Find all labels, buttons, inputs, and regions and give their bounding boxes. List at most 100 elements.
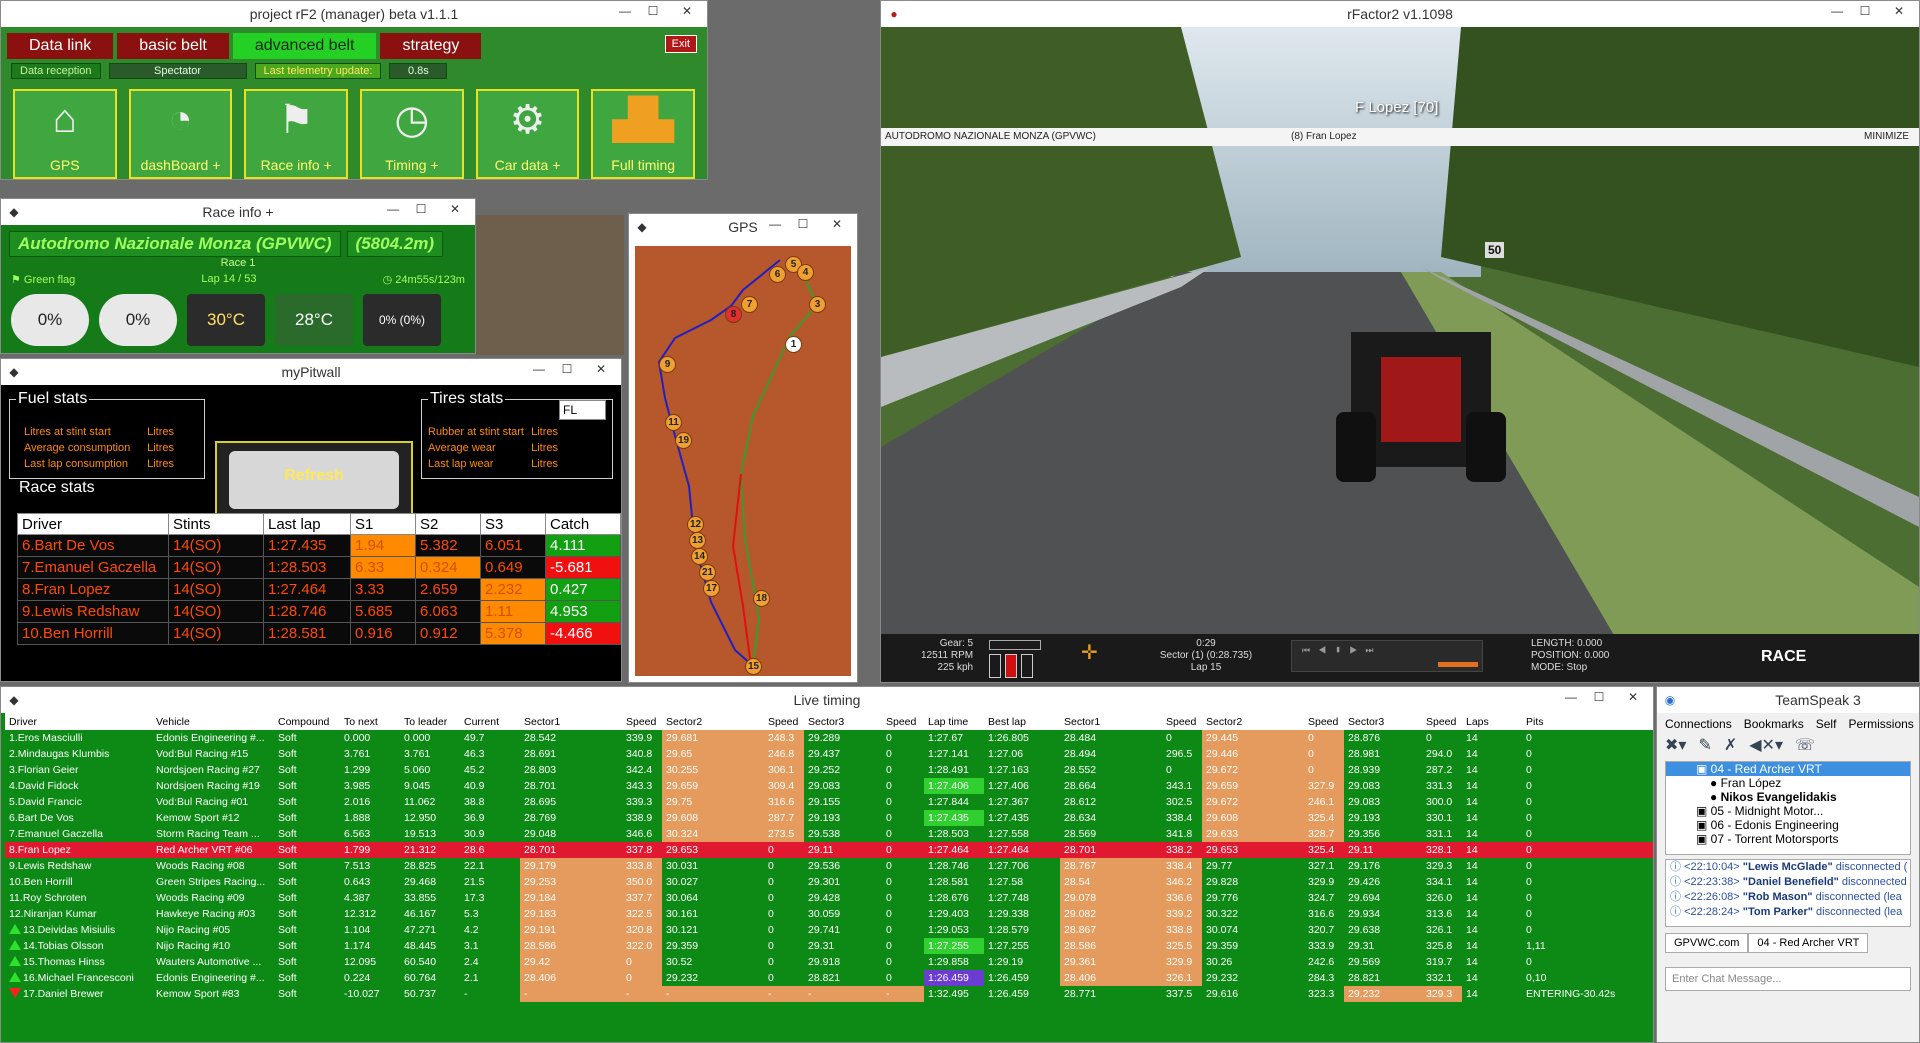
column-header[interactable]: Speed	[1422, 713, 1462, 730]
column-header[interactable]: S2	[415, 513, 481, 535]
channel-item[interactable]: ▣ 04 - Red Archer VRT	[1666, 762, 1910, 776]
table-row[interactable]: 1.Eros Masciulli Edonis Engineering #... S…	[5, 730, 1653, 746]
column-header[interactable]: Sector3	[804, 713, 882, 730]
column-header[interactable]: Driver	[5, 713, 152, 730]
column-header[interactable]: Sector1	[520, 713, 622, 730]
tab-server[interactable]: GPVWC.com	[1665, 933, 1749, 953]
column-header[interactable]: Vehicle	[152, 713, 274, 730]
table-row[interactable]: 4.David Fidock Nordsjoen Racing #19 Soft 3.…	[5, 778, 1653, 794]
table-row[interactable]: 17.Daniel Brewer Kemow Sport #83 Soft -10.0…	[5, 986, 1653, 1002]
car-data-tool-button[interactable]: ⚙ Car data +	[475, 89, 580, 179]
table-row[interactable]: 15.Thomas Hinss Wauters Automotive ... Sof…	[5, 954, 1653, 970]
table-cell: 28.586	[1060, 938, 1162, 954]
tab-channel[interactable]: 04 - Red Archer VRT	[1748, 933, 1869, 953]
tab-data-link[interactable]: Data link	[7, 33, 114, 59]
user-item[interactable]: ● Nikos Evangelidakis	[1666, 790, 1910, 804]
user-item[interactable]: ● Fran López	[1666, 776, 1910, 790]
tab-basic-belt[interactable]: basic belt	[117, 33, 229, 59]
close-button[interactable]: ✕	[667, 1, 707, 23]
minimize-overlay-button[interactable]: MINIMIZE	[1864, 128, 1909, 146]
gps-tool-button[interactable]: ⌂ GPS	[13, 89, 117, 179]
minimize-button[interactable]: —	[1823, 1, 1851, 23]
table-row[interactable]: 7.Emanuel Gaczella Storm Racing Team ... S…	[5, 826, 1653, 842]
table-row[interactable]: 14.Tobias Olsson Nijo Racing #10 Soft 1.174…	[5, 938, 1653, 954]
column-header[interactable]: Speed	[882, 713, 924, 730]
column-header[interactable]: Last lap	[263, 513, 351, 535]
maximize-button[interactable]: ☐	[789, 214, 817, 236]
replay-controls[interactable]: ⏮◀▮▶⏭	[1291, 640, 1483, 672]
column-header[interactable]: Catch	[545, 513, 621, 535]
table-cell: 0	[886, 748, 892, 760]
table-row[interactable]: 2.Mindaugas Klumbis Vod:Bul Racing #15 Sof…	[5, 746, 1653, 762]
column-header[interactable]: Current	[460, 713, 520, 730]
column-header[interactable]: Sector2	[1202, 713, 1304, 730]
maximize-button[interactable]: ☐	[553, 359, 581, 381]
channel-item[interactable]: ▣ 07 - Torrent Motorsports	[1666, 832, 1910, 846]
close-button[interactable]: ✕	[1613, 687, 1653, 709]
column-header[interactable]: Compound	[274, 713, 340, 730]
menu-bookmarks[interactable]: Bookmarks	[1744, 717, 1804, 731]
table-row[interactable]: 9.Lewis Redshaw Woods Racing #08 Soft 7.513…	[5, 858, 1653, 874]
table-row[interactable]: 5.David Francic Vod:Bul Racing #01 Soft 2.0…	[5, 794, 1653, 810]
mute-mic-icon[interactable]: ✗	[1724, 735, 1737, 755]
chat-icon[interactable]: ☏	[1795, 735, 1815, 755]
maximize-button[interactable]: ☐	[407, 199, 435, 221]
close-button[interactable]: ✕	[1879, 1, 1919, 23]
disconnect-icon[interactable]: ✖▾	[1665, 735, 1686, 755]
table-row[interactable]: 11.Roy Schroten Woods Racing #09 Soft 4.387…	[5, 890, 1653, 906]
away-icon[interactable]: ✎	[1698, 735, 1711, 755]
column-header[interactable]: To leader	[400, 713, 460, 730]
column-header[interactable]: Lap time	[924, 713, 984, 730]
mute-speaker-icon[interactable]: ◀✕▾	[1749, 735, 1783, 755]
close-button[interactable]: ✕	[817, 214, 857, 236]
table-row[interactable]: 13.Deividas Misiulis Nijo Racing #05 Soft 1…	[5, 922, 1653, 938]
minimize-button[interactable]: —	[379, 199, 407, 221]
menu-connections[interactable]: Connections	[1665, 717, 1732, 731]
dashboard-tool-button[interactable]: ◔ dashBoard +	[128, 89, 233, 179]
menu-permissions[interactable]: Permissions	[1848, 717, 1913, 731]
table-row[interactable]: 3.Florian Geier Nordsjoen Racing #27 Soft 1…	[5, 762, 1653, 778]
minimize-button[interactable]: —	[1557, 687, 1585, 709]
column-header[interactable]: S3	[480, 513, 546, 535]
column-header[interactable]: Laps	[1462, 713, 1522, 730]
channel-item[interactable]: ▣ 06 - Edonis Engineering	[1666, 818, 1910, 832]
table-row[interactable]: 10.Ben Horrill Green Stripes Racing... Sof…	[5, 874, 1653, 890]
table-row[interactable]: 12.Niranjan Kumar Hawkeye Racing #03 Soft 1…	[5, 906, 1653, 922]
maximize-button[interactable]: ☐	[639, 1, 667, 23]
minimize-button[interactable]: —	[611, 1, 639, 23]
tire-select[interactable]: FL	[559, 400, 606, 420]
minimize-button[interactable]: —	[525, 359, 553, 381]
tab-advanced-belt[interactable]: advanced belt	[232, 33, 377, 59]
full-timing-tool-button[interactable]: ▟▙ Full timing	[591, 89, 696, 179]
menu-self[interactable]: Self	[1816, 717, 1837, 731]
close-button[interactable]: ✕	[581, 359, 621, 381]
column-header[interactable]: Pits	[1522, 713, 1653, 730]
maximize-button[interactable]: ☐	[1851, 1, 1879, 23]
table-row[interactable]: 16.Michael Francesconi Edonis Engineering…	[5, 970, 1653, 986]
column-header[interactable]: Sector2	[662, 713, 764, 730]
exit-button[interactable]: Exit	[664, 35, 697, 53]
channel-item[interactable]: ▣ 05 - Midnight Motor...	[1666, 804, 1910, 818]
column-header[interactable]: Best lap	[984, 713, 1060, 730]
table-row[interactable]: 8.Fran Lopez Red Archer VRT #06 Soft 1.799 2…	[5, 842, 1653, 858]
column-header[interactable]: To next	[340, 713, 400, 730]
table-row[interactable]: 6.Bart De Vos Kemow Sport #12 Soft 1.888 12.…	[5, 810, 1653, 826]
tab-strategy[interactable]: strategy	[380, 33, 482, 59]
column-header[interactable]: Stints	[168, 513, 264, 535]
column-header[interactable]: Speed	[764, 713, 804, 730]
column-header[interactable]: S1	[350, 513, 416, 535]
column-header[interactable]: Sector3	[1344, 713, 1422, 730]
column-header[interactable]: Speed	[622, 713, 662, 730]
race-info-tool-button[interactable]: ⚑ Race info +	[244, 89, 349, 179]
game-viewport[interactable]: AUTODROMO NAZIONALE MONZA (GPVWC) (8) Fr…	[881, 27, 1919, 682]
maximize-button[interactable]: ☐	[1585, 687, 1613, 709]
column-header[interactable]: Speed	[1162, 713, 1202, 730]
column-header[interactable]: Sector1	[1060, 713, 1162, 730]
minimize-button[interactable]: —	[761, 214, 789, 236]
chat-input[interactable]: Enter Chat Message...	[1665, 967, 1911, 991]
table-cell: 246.1	[1304, 794, 1344, 810]
column-header[interactable]: Driver	[17, 513, 169, 535]
timing-tool-button[interactable]: ◷ Timing +	[360, 89, 464, 179]
close-button[interactable]: ✕	[435, 199, 475, 221]
column-header[interactable]: Speed	[1304, 713, 1344, 730]
